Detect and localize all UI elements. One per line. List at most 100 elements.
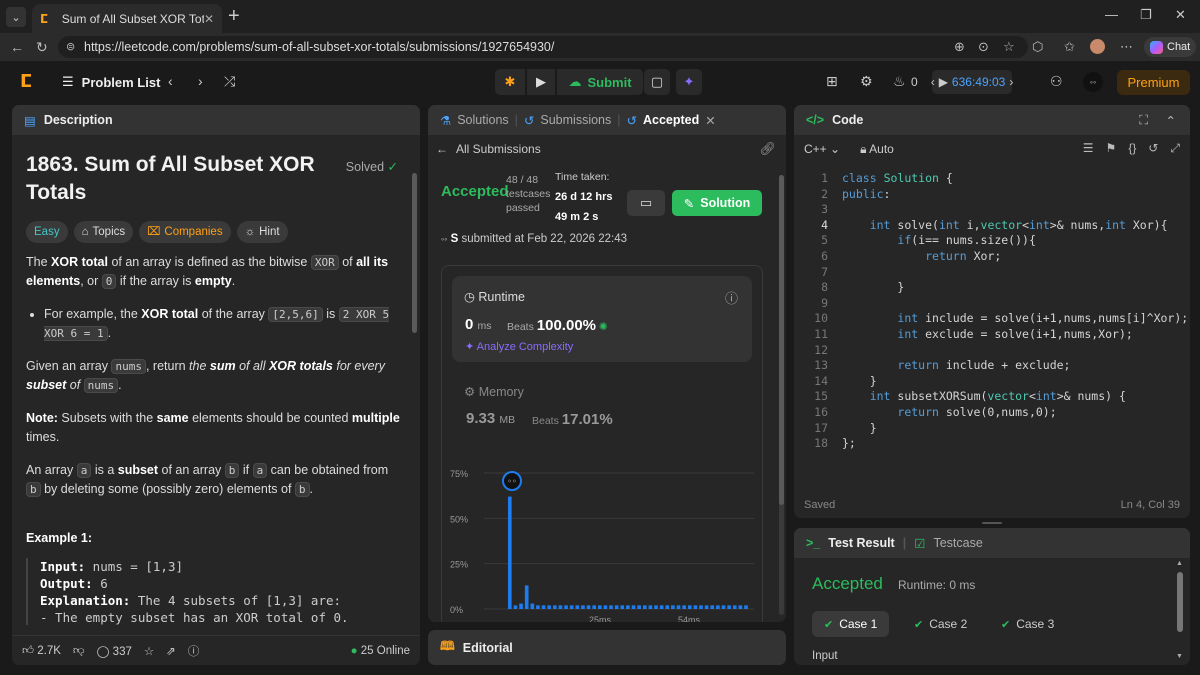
chart-bar[interactable] <box>631 605 636 609</box>
fullscreen-icon[interactable]: ⤢ <box>1170 141 1180 156</box>
chart-bar[interactable] <box>536 605 540 609</box>
chart-bar[interactable] <box>530 603 535 609</box>
memory-title[interactable]: ⚙ Memory <box>464 384 524 399</box>
chart-bar[interactable] <box>671 605 675 609</box>
like-button[interactable]: 👍︎ 2.7K <box>22 644 61 658</box>
chart-bar[interactable] <box>592 605 596 609</box>
run-button[interactable]: ▶ <box>527 69 555 95</box>
site-info-icon[interactable]: ⊜ <box>66 40 75 53</box>
chart-bar[interactable] <box>564 605 568 609</box>
chart-bar[interactable] <box>744 605 748 609</box>
tab-testcase[interactable]: Testcase <box>933 536 982 550</box>
format-icon[interactable]: ☰ <box>1083 141 1094 156</box>
chart-bar[interactable] <box>626 605 630 609</box>
zoom-icon[interactable]: ⊕ <box>954 39 965 55</box>
maximize-icon[interactable]: ❐ <box>1140 7 1152 23</box>
case-3-tab[interactable]: ✔ Case 3 <box>989 611 1066 637</box>
notes-icon[interactable]: ▢ <box>644 69 670 95</box>
solution-button[interactable]: ✎ Solution <box>672 190 762 216</box>
favorites-icon[interactable]: ✩ <box>1064 39 1075 55</box>
notebook-button[interactable]: ▭ <box>627 190 665 216</box>
reset-icon[interactable]: ↺ <box>1148 141 1158 156</box>
maximize-icon[interactable]: ⛶ <box>1139 113 1148 128</box>
language-select[interactable]: C++ ⌄ <box>804 142 840 156</box>
chart-bar[interactable] <box>710 605 715 609</box>
description-scrollbar[interactable] <box>412 173 417 333</box>
comments-button[interactable]: ◯ 337 <box>97 644 132 658</box>
editorial-panel[interactable]: 🕮︎ Editorial <box>428 630 786 665</box>
chart-bar[interactable] <box>687 605 692 609</box>
chart-bar[interactable] <box>642 605 647 609</box>
braces-icon[interactable]: {} <box>1128 141 1136 156</box>
chart-bar[interactable] <box>552 605 557 609</box>
runtime-card[interactable]: ◷ Runtime ⓘ 0 ms Beats 100.00% ✺ ✦ Analy… <box>452 276 752 362</box>
test-scrollbar[interactable]: ▲ ▼ <box>1176 560 1184 660</box>
more-tools-icon[interactable]: ⊙ <box>978 39 989 55</box>
submit-button[interactable]: ☁ Submit <box>557 69 643 95</box>
timer[interactable]: ‹ ▶ 636:49:03 › <box>931 70 1013 94</box>
copy-link-icon[interactable]: 🔗︎ <box>759 141 776 157</box>
chart-bar[interactable] <box>665 605 670 609</box>
dislike-icon[interactable]: 👎︎ <box>73 644 85 658</box>
chart-bar[interactable] <box>508 496 512 609</box>
info-icon[interactable]: ⓘ <box>725 288 738 307</box>
chart-bar[interactable] <box>569 605 574 609</box>
chart-bar[interactable] <box>609 605 613 609</box>
bookmark-icon[interactable]: ⚑ <box>1106 141 1117 156</box>
chart-bar[interactable] <box>699 605 703 609</box>
difficulty-tag[interactable]: Easy <box>26 221 68 243</box>
tab-close-icon[interactable]: ✕ <box>204 12 214 26</box>
tab-list-chevron-icon[interactable]: ⌄ <box>6 7 26 27</box>
next-problem-icon[interactable]: › <box>198 73 203 89</box>
shuffle-icon[interactable]: ⤮ <box>224 73 235 90</box>
chart-bar[interactable] <box>541 605 546 609</box>
chart-bar[interactable] <box>637 605 641 609</box>
chart-bar[interactable] <box>716 605 720 609</box>
code-tab[interactable]: </> Code ⛶ ⌃ <box>794 105 1190 135</box>
chart-bar[interactable] <box>659 605 664 609</box>
chart-bar[interactable] <box>603 605 608 609</box>
streak-fire-icon[interactable]: ♨ <box>893 73 906 90</box>
back-arrow-icon[interactable]: ← <box>10 39 24 55</box>
chart-bar[interactable] <box>620 605 625 609</box>
panel-resize-handle[interactable] <box>982 522 1002 524</box>
tab-submissions[interactable]: Submissions <box>540 113 611 127</box>
tab-accepted[interactable]: Accepted <box>643 113 699 127</box>
tab-test-result[interactable]: Test Result <box>828 536 894 550</box>
new-tab-icon[interactable]: + <box>228 5 240 28</box>
add-user-icon[interactable]: ⚇ <box>1050 73 1063 90</box>
chart-bar[interactable] <box>654 605 658 609</box>
chart-bar[interactable] <box>682 605 686 609</box>
user-avatar[interactable]: ◦◦ <box>1083 72 1103 92</box>
chart-bar[interactable] <box>614 605 619 609</box>
description-tab[interactable]: ▤ Description <box>12 105 420 135</box>
companies-tag[interactable]: ⌧ Companies <box>139 221 231 243</box>
auto-mode[interactable]: 🔒︎ Auto <box>860 142 894 157</box>
case-2-tab[interactable]: ✔ Case 2 <box>902 611 979 637</box>
layout-icon[interactable]: ⊞ <box>826 73 838 90</box>
hint-tag[interactable]: ☼ Hint <box>236 221 288 243</box>
chart-bar[interactable] <box>524 585 529 609</box>
chart-bar[interactable] <box>727 605 731 609</box>
chart-bar[interactable] <box>575 605 580 609</box>
chart-bar[interactable] <box>513 605 518 609</box>
reload-icon[interactable]: ↻ <box>36 39 48 56</box>
problem-list-button[interactable]: ☰ Problem List <box>62 74 160 90</box>
chart-bar[interactable] <box>693 605 698 609</box>
share-icon[interactable]: ⇗ <box>166 644 176 658</box>
chart-bar[interactable] <box>558 605 563 609</box>
url-field[interactable]: ⊜ https://leetcode.com/problems/sum-of-a… <box>58 36 1028 58</box>
submission-scrollbar[interactable] <box>779 175 784 615</box>
ai-sparkle-icon[interactable]: ✦ <box>676 69 702 95</box>
chart-bar[interactable] <box>676 605 681 609</box>
chart-bar[interactable] <box>547 605 551 609</box>
chart-bar[interactable] <box>704 605 709 609</box>
chart-bar[interactable] <box>732 605 737 609</box>
tab-solutions[interactable]: Solutions <box>457 113 508 127</box>
all-submissions-link[interactable]: ← All Submissions 🔗︎ <box>428 135 786 163</box>
chart-bar[interactable] <box>738 605 743 609</box>
help-icon[interactable]: ⓘ <box>188 643 200 659</box>
tab-close-icon[interactable]: ✕ <box>705 113 715 128</box>
chart-bar[interactable] <box>586 605 591 609</box>
topics-tag[interactable]: ⌂ Topics <box>73 221 134 243</box>
